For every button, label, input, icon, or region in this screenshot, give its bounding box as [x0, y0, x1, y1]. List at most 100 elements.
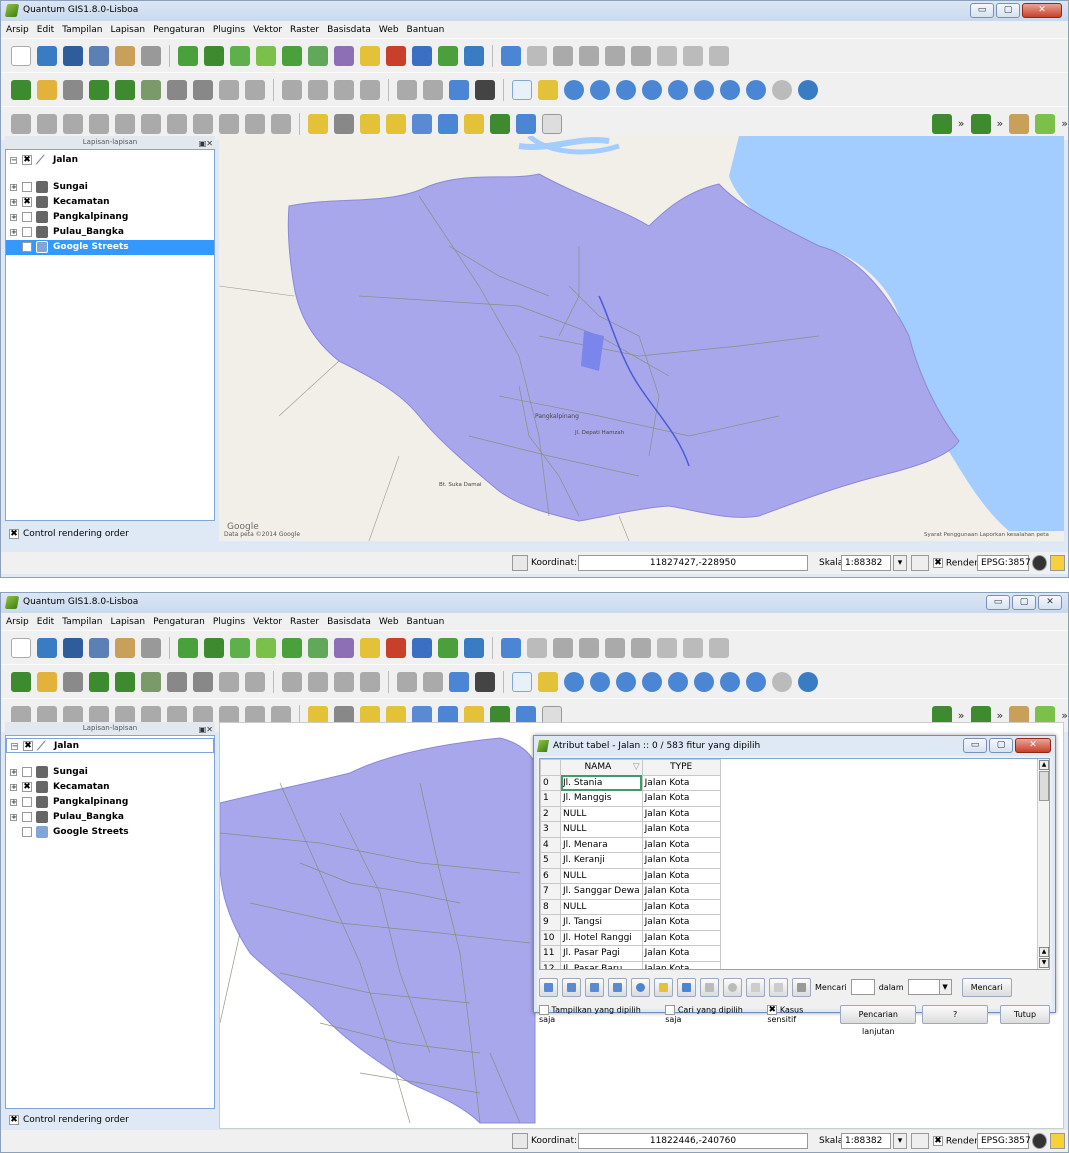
plugin-icon[interactable] [193, 79, 213, 100]
menu-pengaturan[interactable]: Pengaturan [153, 617, 205, 627]
render-toggle[interactable]: ✖ Render [933, 558, 978, 569]
new-shapefile-icon[interactable] [412, 45, 432, 66]
row-index[interactable]: 2 [540, 805, 561, 822]
menu-edit[interactable]: Edit [37, 617, 54, 627]
row-index[interactable]: 1 [540, 790, 561, 807]
refresh-icon[interactable] [798, 671, 818, 692]
digitize-tool-icon[interactable] [245, 113, 265, 134]
layer-checkbox[interactable] [22, 827, 32, 837]
plugin-icon[interactable] [37, 671, 57, 692]
column-header-nama[interactable]: NAMA ▽ [560, 759, 643, 776]
python-plugin-icon[interactable] [931, 113, 952, 134]
render-checkbox[interactable]: ✖ [933, 1136, 943, 1146]
layer-checkbox[interactable] [22, 767, 32, 777]
plugin-icon[interactable] [11, 79, 31, 100]
label-tool-icon[interactable] [282, 671, 302, 692]
label-tool-icon[interactable] [334, 671, 354, 692]
raster-tool-icon[interactable] [397, 671, 417, 692]
raster-tool-icon[interactable] [449, 671, 469, 692]
openlayers-icon[interactable] [1009, 113, 1030, 134]
remove-layer-icon[interactable] [386, 45, 406, 66]
layer-checkbox[interactable]: ✖ [22, 197, 32, 207]
cell-type[interactable]: Jalan Kota [641, 790, 721, 807]
save-as-icon[interactable] [89, 45, 109, 66]
cell-nama[interactable]: Jl. Stania [560, 774, 643, 791]
row-index[interactable]: 3 [540, 821, 561, 838]
plugin-icon[interactable] [63, 79, 83, 100]
menu-plugins[interactable]: Plugins [213, 617, 245, 627]
plugin-icon[interactable] [167, 671, 187, 692]
menu-bantuan[interactable]: Bantuan [407, 617, 445, 627]
zoom-to-selection-icon[interactable] [642, 79, 662, 100]
open-project-icon[interactable] [37, 637, 57, 658]
cut-features-icon[interactable] [657, 45, 677, 66]
cell-nama[interactable]: Jl. Menara [560, 836, 643, 853]
layer-checkbox[interactable] [22, 227, 32, 237]
plugin-icon[interactable] [63, 671, 83, 692]
layer-checkbox[interactable]: ✖ [22, 155, 32, 165]
add-spatialite-layer-icon[interactable] [256, 45, 276, 66]
layer-checkbox[interactable]: ✖ [22, 242, 32, 252]
layer-item-pangkalpinang[interactable]: + Pangkalpinang [6, 795, 214, 810]
render-checkbox[interactable]: ✖ [933, 558, 943, 568]
label-tool-icon[interactable] [334, 79, 354, 100]
digitize-tool-icon[interactable] [115, 113, 135, 134]
coordinate-field[interactable]: 11827427,-228950 [578, 555, 808, 571]
remove-layer-icon[interactable] [386, 637, 406, 658]
layer-item-pangkalpinang[interactable]: + Pangkalpinang [6, 210, 214, 225]
cell-nama[interactable]: NULL [560, 867, 643, 884]
refresh-icon[interactable] [798, 79, 818, 100]
pan-to-selection-icon[interactable] [538, 671, 558, 692]
gps-icon[interactable] [464, 45, 484, 66]
coordinate-toggle-icon[interactable] [512, 555, 528, 571]
scroll-up-icon[interactable]: ▲ [1039, 760, 1049, 770]
invert-selection-button[interactable] [585, 977, 604, 997]
zoom-to-selection-icon[interactable] [642, 671, 662, 692]
scale-field[interactable]: 1:88382 [841, 555, 891, 571]
scroll-down-icon[interactable]: ▼ [1039, 958, 1049, 968]
label-tool-icon[interactable] [360, 79, 380, 100]
paste-features-icon[interactable] [709, 637, 729, 658]
digitize-tool-icon[interactable] [219, 113, 239, 134]
select-all-button[interactable] [562, 977, 581, 997]
pan-map-icon[interactable] [512, 79, 532, 100]
new-layer-icon[interactable] [1035, 113, 1056, 134]
open-attribute-table-icon[interactable] [412, 113, 432, 134]
table-row[interactable]: 9 Jl. Tangsi Jalan Kota [540, 914, 721, 931]
field-calculator-button[interactable] [792, 977, 811, 997]
plugin-icon[interactable] [141, 79, 161, 100]
menu-raster[interactable]: Raster [290, 25, 319, 35]
deselect-icon[interactable] [386, 113, 406, 134]
expand-icon[interactable]: + [10, 214, 17, 221]
row-index[interactable]: 10 [540, 929, 561, 946]
raster-tool-icon[interactable] [475, 671, 495, 692]
layer-item-pulau-bangka[interactable]: + Pulau_Bangka [6, 810, 214, 825]
crs-button[interactable]: EPSG:3857 [977, 1133, 1031, 1149]
warning-icon[interactable] [1050, 555, 1065, 571]
scale-dropdown-icon[interactable]: ▾ [893, 1133, 907, 1149]
search-selected-checkbox[interactable] [665, 1004, 676, 1015]
menu-plugins[interactable]: Plugins [213, 25, 245, 35]
stop-render-icon[interactable] [911, 1133, 929, 1149]
layer-checkbox[interactable] [22, 212, 32, 222]
cell-type[interactable]: Jalan Kota [641, 929, 721, 946]
layer-item-kecamatan[interactable]: + ✖ Kecamatan [6, 780, 214, 795]
identify-icon[interactable] [308, 113, 328, 134]
minimize-button[interactable]: ▭ [970, 3, 994, 18]
search-column-select[interactable]: ▼ [907, 979, 952, 995]
layer-checkbox[interactable] [22, 797, 32, 807]
column-header-type[interactable]: TYPE [641, 759, 721, 776]
cut-features-icon[interactable] [657, 637, 677, 658]
label-tool-icon[interactable] [308, 671, 328, 692]
cell-type[interactable]: Jalan Kota [641, 945, 721, 962]
plugin-icon[interactable] [115, 79, 135, 100]
table-row[interactable]: 4 Jl. Menara Jalan Kota [540, 836, 721, 853]
open-project-icon[interactable] [37, 45, 57, 66]
cell-nama[interactable]: Jl. Manggis [560, 790, 643, 807]
digitize-tool-icon[interactable] [89, 113, 109, 134]
cell-type[interactable]: Jalan Kota [641, 836, 721, 853]
text-annotation-icon[interactable] [542, 113, 562, 134]
delete-column-button[interactable] [769, 977, 788, 997]
print-icon[interactable] [141, 637, 161, 658]
gps-icon[interactable] [464, 637, 484, 658]
